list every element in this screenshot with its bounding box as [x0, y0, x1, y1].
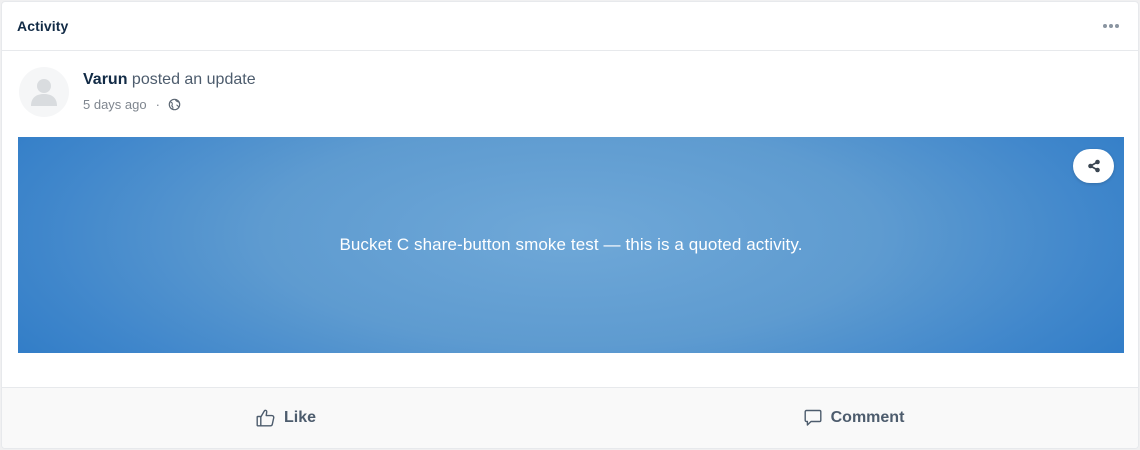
avatar[interactable] [19, 67, 69, 117]
post-headline: Varun posted an update [83, 70, 256, 90]
comment-icon [804, 409, 822, 426]
author-name[interactable]: Varun [83, 71, 127, 88]
post-subline: 5 days ago · [83, 97, 256, 112]
more-options-button[interactable] [1098, 13, 1124, 39]
action-bar: Like Comment [2, 387, 1138, 448]
like-label: Like [283, 409, 316, 426]
post-timestamp[interactable]: 5 days ago [83, 97, 147, 112]
more-horizontal-icon [1103, 24, 1119, 28]
globe-icon [168, 98, 181, 111]
privacy-indicator[interactable] [168, 98, 181, 111]
share-button[interactable] [1073, 149, 1114, 183]
meta-separator: · [155, 97, 160, 112]
comment-button[interactable]: Comment [570, 388, 1138, 448]
like-button[interactable]: Like [2, 388, 570, 448]
card-title: Activity [17, 18, 69, 34]
share-icon [1087, 159, 1100, 173]
post-header: Varun posted an update 5 days ago · [2, 51, 1138, 136]
quoted-activity-banner[interactable]: Bucket C share-button smoke test — this … [18, 137, 1124, 353]
post-action-text: posted an update [131, 71, 256, 88]
card-header: Activity [2, 2, 1138, 51]
thumbs-up-icon [256, 409, 275, 427]
activity-card: Activity Varun posted an update 5 days a… [1, 1, 1139, 449]
default-user-icon [31, 79, 57, 106]
comment-label: Comment [830, 409, 905, 426]
post-meta: Varun posted an update 5 days ago · [83, 70, 256, 112]
quoted-activity-text: Bucket C share-button smoke test — this … [339, 235, 803, 254]
